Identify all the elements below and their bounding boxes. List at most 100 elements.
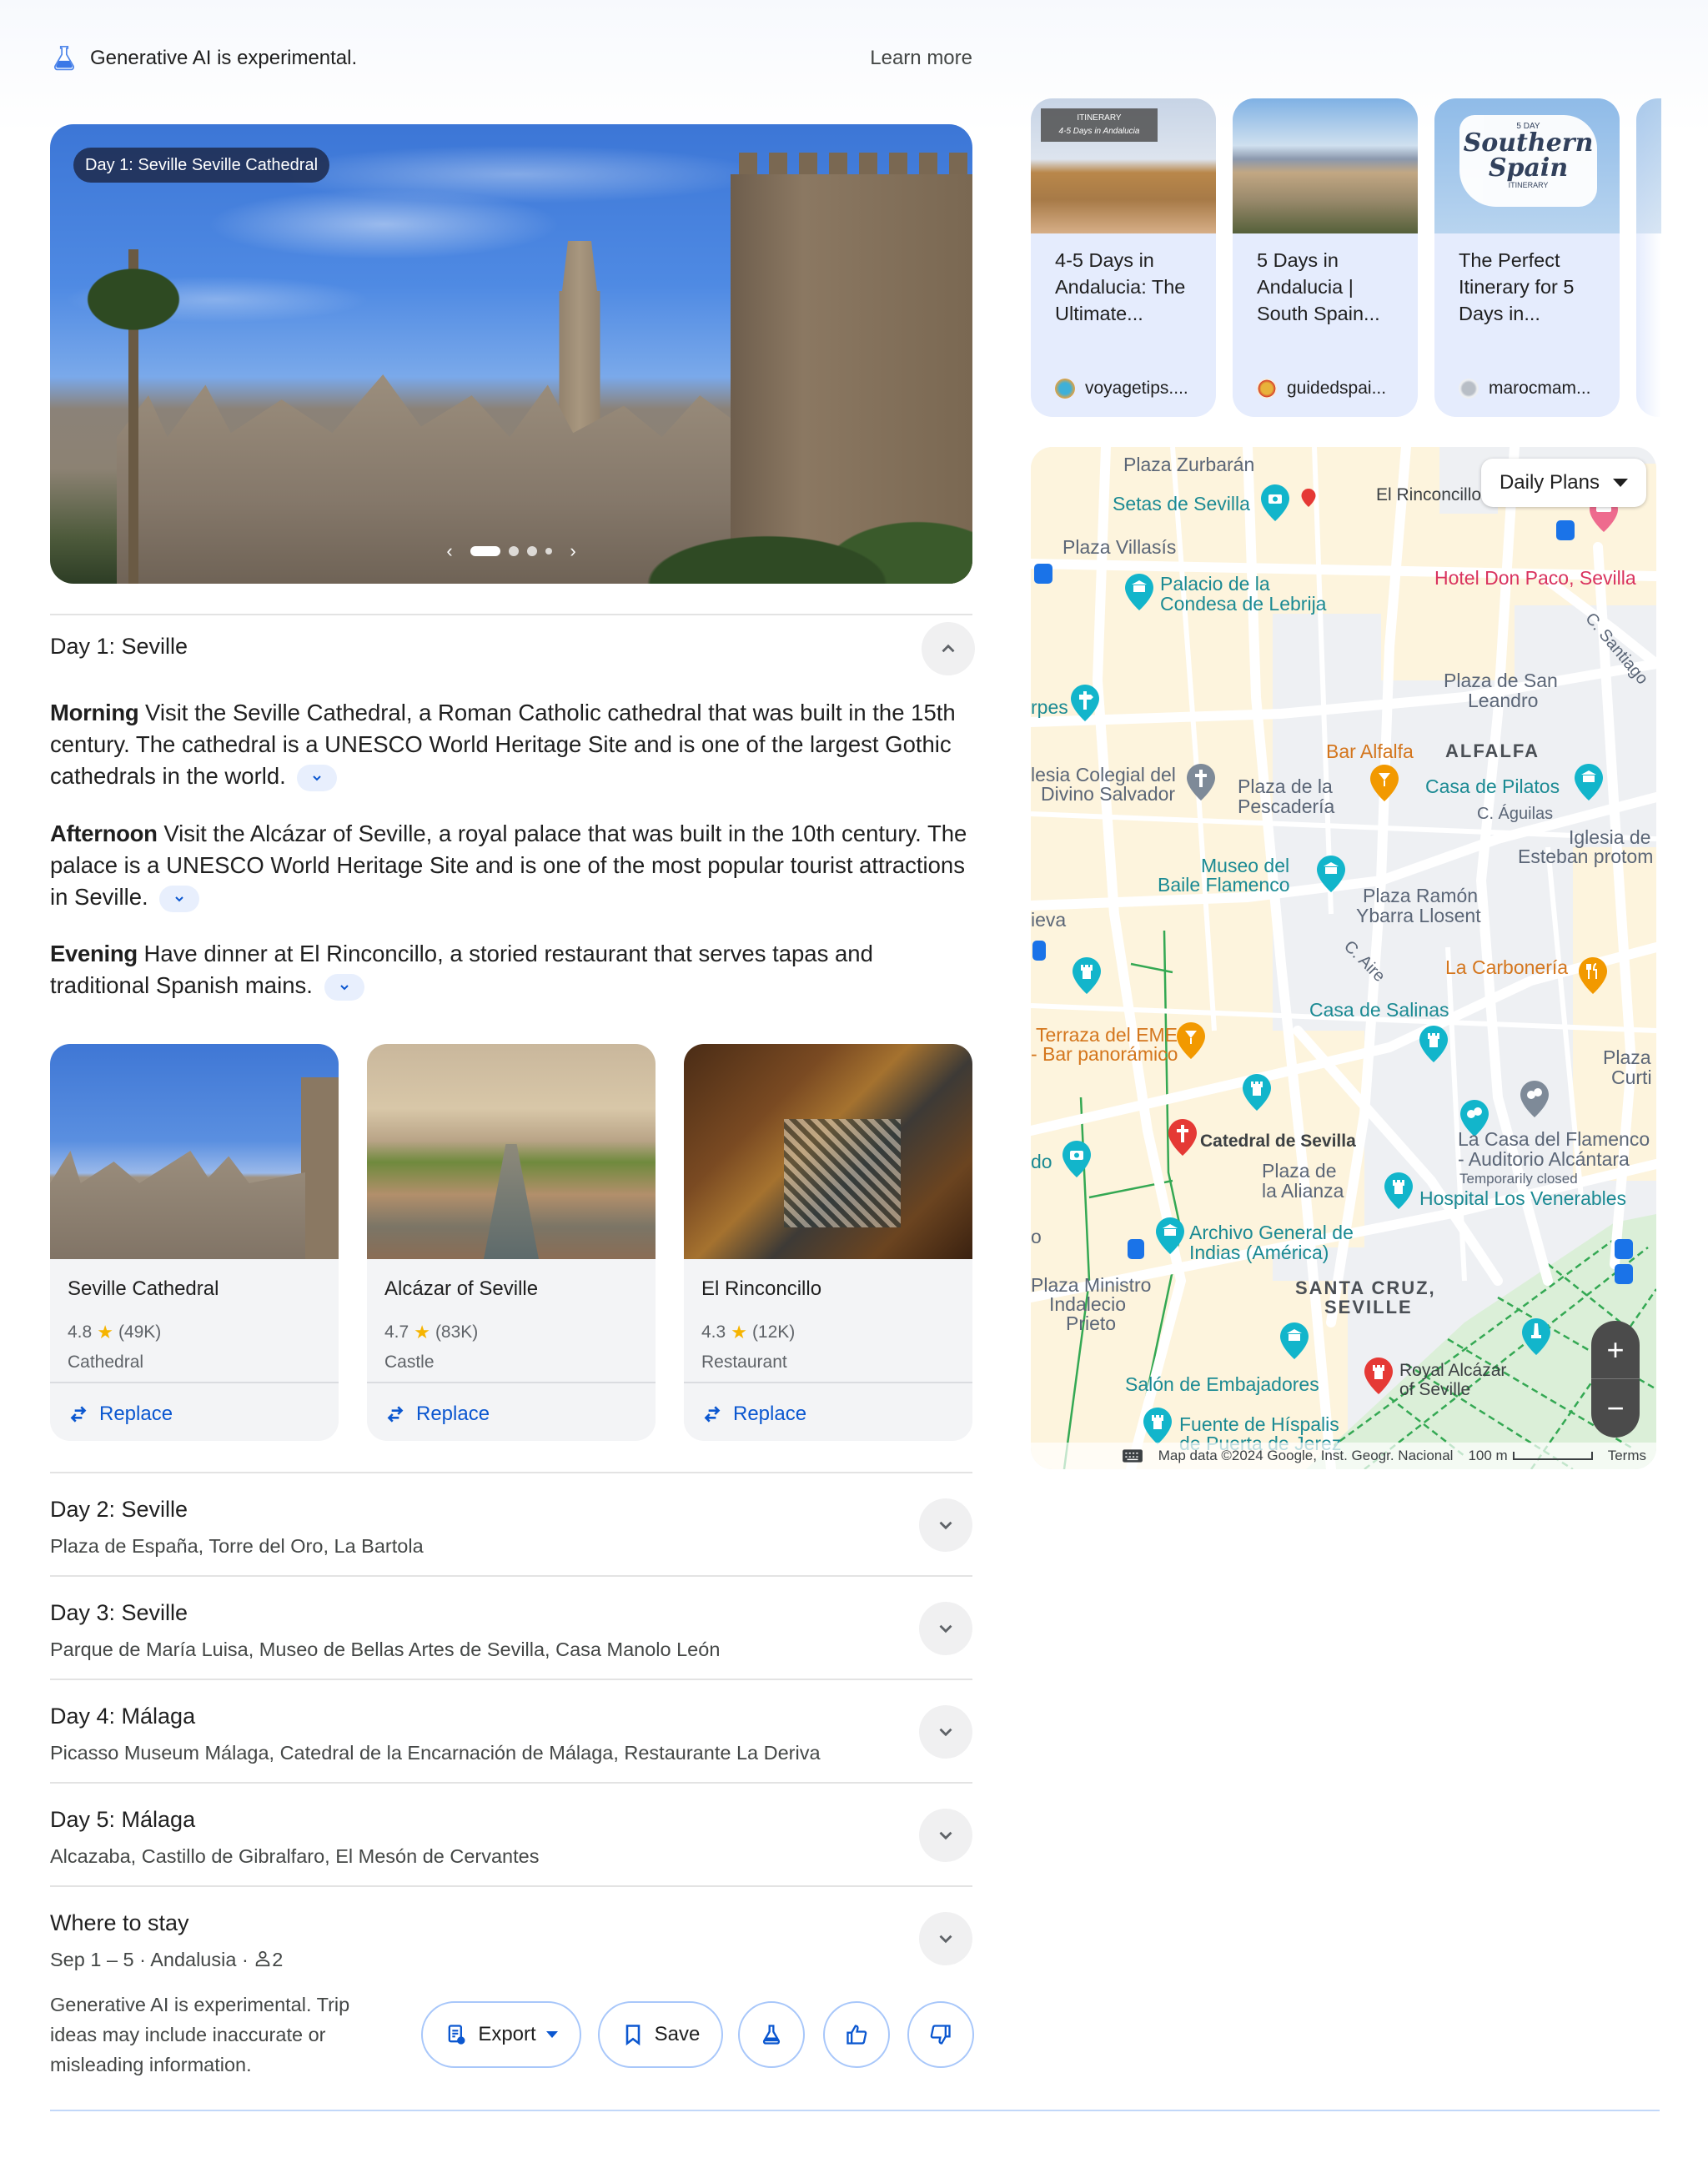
place-name: El Rinconcillo — [701, 1277, 822, 1300]
expand-afternoon-button[interactable] — [159, 885, 200, 912]
bus-stop-icon[interactable] — [1556, 520, 1575, 540]
cathedral-pin-icon[interactable] — [1168, 1119, 1197, 1156]
day-3-row[interactable]: Day 3: Seville Parque de María Luisa, Mu… — [50, 1577, 972, 1680]
castle-pin-icon[interactable] — [1243, 1074, 1271, 1111]
save-button[interactable]: Save — [598, 2001, 723, 2068]
review-count: (83K) — [435, 1322, 479, 1342]
source-card-partial[interactable] — [1636, 98, 1661, 417]
map-label: La Carbonería — [1445, 956, 1569, 978]
day-5-row[interactable]: Day 5: Málaga Alcazaba, Castillo de Gibr… — [50, 1784, 972, 1887]
chevron-down-icon — [313, 775, 322, 781]
expand-evening-button[interactable] — [324, 973, 364, 1001]
place-card-el-rinconcillo[interactable]: El Rinconcillo 4.3 ★ (12K) Restaurant Re… — [684, 1044, 972, 1441]
learn-more-link[interactable]: Learn more — [870, 47, 972, 70]
camera-pin-icon[interactable] — [1062, 1141, 1091, 1177]
source-title: 4-5 Days in Andalucia: The Ultimate... — [1055, 249, 1186, 324]
bar-pin-icon[interactable] — [1177, 1022, 1205, 1059]
map-label: Prieto — [1066, 1312, 1117, 1334]
scale-label: 100 m — [1468, 1448, 1508, 1463]
chevron-down-icon — [339, 985, 349, 991]
replace-label: Replace — [733, 1403, 807, 1425]
place-type: Restaurant — [701, 1353, 787, 1372]
landmark-pin-icon[interactable] — [1071, 685, 1099, 721]
castle-pin-icon[interactable] — [1384, 1172, 1413, 1209]
afternoon-paragraph: Afternoon Visit the Alcázar of Seville, … — [50, 818, 976, 913]
thumbs-down-icon — [930, 2025, 951, 2045]
zoom-out-button[interactable]: − — [1591, 1379, 1640, 1438]
replace-button[interactable]: Replace — [68, 1398, 173, 1431]
carousel-dot-3[interactable] — [527, 546, 537, 556]
map-area-label: ALFALFA — [1445, 740, 1540, 761]
replace-button[interactable]: Replace — [701, 1398, 806, 1431]
place-card-seville-cathedral[interactable]: Seville Cathedral 4.8 ★ (49K) Cathedral … — [50, 1044, 339, 1441]
source-card-marocmama[interactable]: 5 DAY Southern Spain ITINERARY The Perfe… — [1434, 98, 1620, 417]
carousel-dot-4[interactable] — [545, 548, 552, 555]
thumbs-down-button[interactable] — [907, 2001, 974, 2068]
theater-pin-icon[interactable] — [1520, 1081, 1549, 1117]
expand-day-5-button[interactable] — [919, 1809, 972, 1862]
source-title: 5 Days in Andalucia | South Spain... — [1257, 249, 1380, 324]
expand-day-2-button[interactable] — [919, 1498, 972, 1552]
map-label: Pescadería — [1238, 795, 1335, 817]
map[interactable]: Plaza Zurbarán Setas de Sevilla El Rinco… — [1031, 447, 1656, 1469]
day-4-row[interactable]: Day 4: Málaga Picasso Museum Málaga, Cat… — [50, 1680, 972, 1784]
evening-text: Have dinner at El Rinconcillo, a storied… — [50, 941, 873, 998]
map-label: Ybarra Llosent — [1356, 905, 1481, 926]
export-button[interactable]: Export — [421, 2001, 581, 2068]
replace-button[interactable]: Replace — [384, 1398, 490, 1431]
restaurant-pin-icon[interactable] — [1579, 957, 1607, 994]
castle-pin-icon[interactable] — [1419, 1026, 1448, 1062]
bar-pin-icon[interactable] — [1370, 765, 1399, 801]
expand-day-4-button[interactable] — [919, 1705, 972, 1759]
map-label: La Casa del Flamenco — [1458, 1128, 1650, 1150]
zoom-in-button[interactable]: + — [1591, 1321, 1640, 1379]
keyboard-icon[interactable] — [1122, 1448, 1143, 1463]
temporarily-closed-label: Temporarily closed — [1459, 1171, 1578, 1187]
museum-pin-icon[interactable] — [1280, 1322, 1309, 1359]
caret-down-icon — [1613, 479, 1628, 487]
museum-pin-icon[interactable] — [1317, 856, 1345, 892]
collapse-day-1-button[interactable] — [922, 622, 975, 675]
carousel-dot-1[interactable] — [470, 546, 500, 556]
guest-count: 2 — [272, 1949, 284, 1970]
expand-day-3-button[interactable] — [919, 1602, 972, 1655]
site-favicon-icon — [1055, 379, 1075, 399]
day-summary: Parque de María Luisa, Museo de Bellas A… — [50, 1639, 721, 1660]
bus-stop-icon[interactable] — [1615, 1264, 1633, 1284]
place-name: Seville Cathedral — [68, 1277, 219, 1300]
museum-pin-icon[interactable] — [1125, 574, 1153, 610]
source-card-voyagetips[interactable]: ITINERARY 4-5 Days in Andalucia 4-5 Days … — [1031, 98, 1216, 417]
bus-stop-icon[interactable] — [1615, 1239, 1633, 1259]
museum-pin-icon[interactable] — [1156, 1217, 1184, 1254]
tram-stop-icon[interactable] — [1032, 941, 1046, 961]
expand-morning-button[interactable] — [297, 764, 338, 791]
map-label: Museo del — [1201, 855, 1290, 876]
source-card-guidedspain[interactable]: 5 Days in Andalucia | South Spain... gui… — [1233, 98, 1418, 417]
castle-pin-icon[interactable] — [1073, 957, 1101, 994]
expand-where-to-stay-button[interactable] — [919, 1912, 972, 1965]
chevron-right-icon[interactable]: › — [560, 540, 585, 562]
rinconcillo-pin-icon[interactable] — [1300, 489, 1317, 507]
star-icon: ★ — [414, 1322, 430, 1342]
source-thumbnail — [1233, 98, 1418, 233]
terms-link[interactable]: Terms — [1608, 1448, 1646, 1464]
labs-feedback-button[interactable] — [738, 2001, 805, 2068]
hero-image-carousel[interactable]: Day 1: Seville Seville Cathedral ‹ › — [50, 124, 972, 584]
carousel-dot-2[interactable] — [509, 546, 519, 556]
tram-stop-icon[interactable] — [1128, 1239, 1144, 1259]
castle-pin-icon[interactable] — [1143, 1408, 1172, 1444]
where-to-stay-row[interactable]: Where to stay Sep 1 – 5 · Andalusia · 2 — [50, 1887, 972, 1990]
camera-pin-icon[interactable] — [1261, 484, 1289, 521]
place-card-alcazar[interactable]: Alcázar of Seville 4.7 ★ (83K) Castle Re… — [367, 1044, 656, 1441]
royal-alcazar-pin-icon[interactable] — [1364, 1358, 1393, 1394]
church-pin-icon[interactable] — [1187, 764, 1215, 800]
chevron-left-icon[interactable]: ‹ — [437, 540, 462, 562]
daily-plans-dropdown[interactable]: Daily Plans — [1480, 459, 1646, 507]
place-photo — [50, 1044, 339, 1259]
day-2-row[interactable]: Day 2: Seville Plaza de España, Torre de… — [50, 1473, 972, 1577]
monument-pin-icon[interactable] — [1522, 1318, 1550, 1355]
bus-stop-icon[interactable] — [1034, 564, 1052, 584]
thumbs-up-button[interactable] — [823, 2001, 890, 2068]
place-name: Alcázar of Seville — [384, 1277, 539, 1300]
museum-pin-icon[interactable] — [1575, 764, 1603, 800]
